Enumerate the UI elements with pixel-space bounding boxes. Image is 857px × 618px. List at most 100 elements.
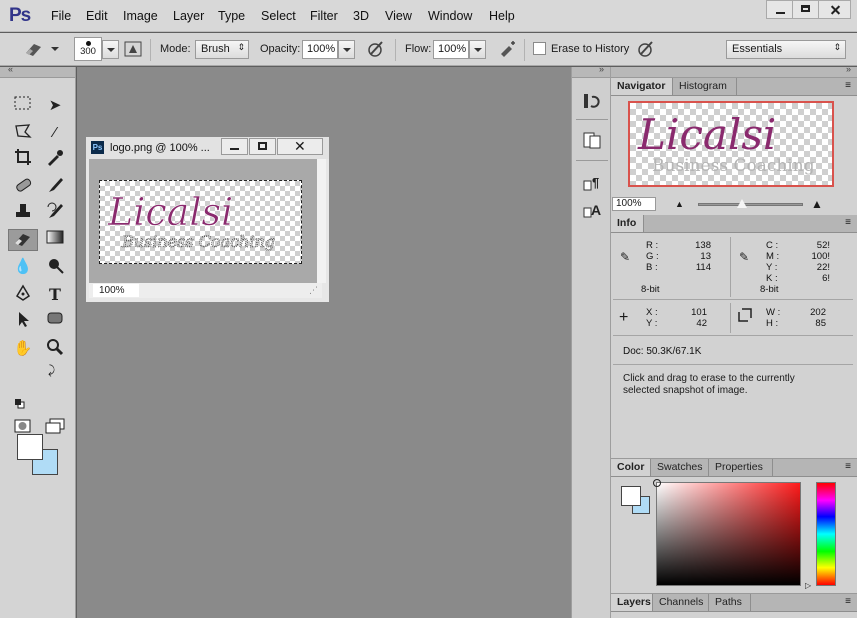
tab-swatches[interactable]: Swatches: [651, 459, 709, 476]
flow-dropdown[interactable]: [469, 40, 486, 59]
magic-wand-tool-icon[interactable]: ⁄: [42, 122, 68, 144]
brush-size-picker[interactable]: 300: [74, 37, 102, 61]
move-tool-icon[interactable]: ➤: [42, 95, 68, 117]
document-zoom-field[interactable]: 100%: [93, 284, 139, 297]
document-maximize-button[interactable]: [249, 138, 276, 155]
collapse-icon[interactable]: «: [8, 64, 13, 74]
collapse-icon[interactable]: »: [846, 64, 851, 74]
color-panel-foreground-swatch[interactable]: [621, 486, 641, 506]
path-selection-tool-icon[interactable]: [10, 310, 36, 332]
menu-3d[interactable]: 3D: [353, 9, 369, 23]
close-button[interactable]: [818, 0, 851, 19]
document-canvas-area[interactable]: Licalsi Business Coaching: [89, 159, 322, 283]
menu-image[interactable]: Image: [123, 9, 158, 23]
document-canvas[interactable]: Licalsi Business Coaching: [99, 180, 302, 264]
history-panel-icon[interactable]: [580, 91, 604, 113]
dodge-tool-icon[interactable]: [42, 256, 68, 278]
opacity-input[interactable]: 100%: [302, 40, 338, 59]
tab-paths[interactable]: Paths: [709, 594, 751, 611]
crop-tool-icon[interactable]: [10, 148, 36, 170]
menu-file[interactable]: File: [51, 9, 71, 23]
menu-filter[interactable]: Filter: [310, 9, 338, 23]
panel-menu-icon[interactable]: ≡: [845, 461, 851, 472]
airbrush-icon[interactable]: [497, 39, 519, 59]
navigator-zoom-slider[interactable]: [698, 199, 803, 208]
screen-mode-icon[interactable]: [42, 418, 68, 440]
panel-menu-icon[interactable]: ≡: [845, 80, 851, 91]
foreground-color-swatch[interactable]: [17, 434, 43, 460]
brush-panel-toggle-icon[interactable]: [122, 39, 144, 59]
navigator-zoom-field[interactable]: 100%: [612, 197, 656, 211]
brush-tool-icon[interactable]: [42, 176, 68, 198]
pressure-size-icon[interactable]: [635, 39, 657, 59]
menu-edit[interactable]: Edit: [86, 9, 108, 23]
minimize-button[interactable]: [766, 0, 793, 19]
tab-channels[interactable]: Channels: [653, 594, 709, 611]
menu-type[interactable]: Type: [218, 9, 245, 23]
character-panel-icon[interactable]: A: [580, 200, 604, 222]
zoom-out-icon[interactable]: ▲: [675, 199, 684, 209]
tools-panel-header[interactable]: «: [0, 64, 75, 78]
hue-slider-arrow-icon[interactable]: ▷: [805, 581, 811, 590]
mode-select[interactable]: Brush ⇕: [195, 40, 249, 59]
eraser-tool-icon[interactable]: [8, 229, 38, 251]
workspace-switcher[interactable]: Essentials ⇕: [726, 40, 846, 59]
navigator-preview[interactable]: Licalsi Business Coaching: [628, 101, 834, 187]
menu-select[interactable]: Select: [261, 9, 296, 23]
paragraph-panel-icon[interactable]: ¶: [580, 173, 604, 195]
dock-header[interactable]: »: [611, 64, 857, 78]
tab-navigator[interactable]: Navigator: [611, 78, 673, 95]
document-status-bar: 100% ⋰: [89, 283, 322, 298]
photoshop-file-icon: Ps: [91, 141, 104, 154]
zoom-tool-icon[interactable]: [42, 338, 68, 360]
menu-window[interactable]: Window: [428, 9, 472, 23]
tab-properties[interactable]: Properties: [709, 459, 773, 476]
document-minimize-button[interactable]: [221, 138, 248, 155]
tab-histogram[interactable]: Histogram: [673, 78, 737, 95]
brush-picker-dropdown[interactable]: [102, 40, 119, 59]
tab-color[interactable]: Color: [611, 459, 651, 476]
eraser-preset-icon[interactable]: [22, 39, 44, 59]
erase-to-history-checkbox[interactable]: [533, 42, 546, 55]
hand-tool-icon[interactable]: ✋: [10, 338, 36, 360]
swap-colors-icon[interactable]: ⤸: [48, 363, 55, 378]
default-colors-icon[interactable]: [15, 399, 25, 409]
flow-input[interactable]: 100%: [433, 40, 469, 59]
tab-layers[interactable]: Layers: [611, 594, 653, 611]
document-vertical-scrollbar[interactable]: [317, 159, 326, 283]
strip-header[interactable]: »: [572, 64, 610, 78]
rectangle-tool-icon[interactable]: [42, 310, 68, 332]
opacity-dropdown[interactable]: [338, 40, 355, 59]
pressure-opacity-icon[interactable]: [365, 39, 387, 59]
maximize-button[interactable]: [792, 0, 819, 19]
menu-view[interactable]: View: [385, 9, 412, 23]
eyedropper-tool-icon[interactable]: [42, 148, 68, 170]
rectangular-marquee-tool-icon[interactable]: [10, 95, 36, 117]
document-close-button[interactable]: ✕: [277, 138, 323, 155]
lasso-tool-icon[interactable]: [10, 122, 36, 144]
zoom-in-icon[interactable]: ▲: [811, 197, 823, 211]
menu-layer[interactable]: Layer: [173, 9, 204, 23]
clone-stamp-tool-icon[interactable]: [10, 202, 36, 224]
history-brush-tool-icon[interactable]: [42, 202, 68, 224]
type-tool-icon[interactable]: T: [42, 284, 68, 306]
tool-preset-dropdown[interactable]: [47, 40, 64, 59]
tab-info[interactable]: Info: [611, 215, 644, 232]
expand-icon[interactable]: »: [599, 64, 604, 74]
resize-grip-icon[interactable]: ⋰: [309, 285, 318, 296]
blur-tool-icon[interactable]: 💧: [10, 256, 36, 278]
color-saturation-field[interactable]: [653, 479, 801, 586]
panel-menu-icon[interactable]: ≡: [845, 217, 851, 228]
gradient-tool-icon[interactable]: [42, 229, 68, 251]
document-window[interactable]: Ps logo.png @ 100% ... ✕ Licalsi Busines…: [85, 136, 330, 303]
menu-help[interactable]: Help: [489, 9, 515, 23]
hue-slider[interactable]: [816, 482, 836, 586]
slider-thumb[interactable]: [737, 199, 748, 208]
panel-menu-icon[interactable]: ≡: [845, 596, 851, 607]
layer-comps-icon[interactable]: [580, 130, 604, 152]
pen-tool-icon[interactable]: [10, 284, 36, 306]
window-controls: [766, 0, 851, 19]
spot-healing-brush-tool-icon[interactable]: [10, 176, 36, 198]
color-picker-cursor[interactable]: [653, 479, 661, 487]
document-title-bar[interactable]: Ps logo.png @ 100% ... ✕: [86, 137, 329, 159]
